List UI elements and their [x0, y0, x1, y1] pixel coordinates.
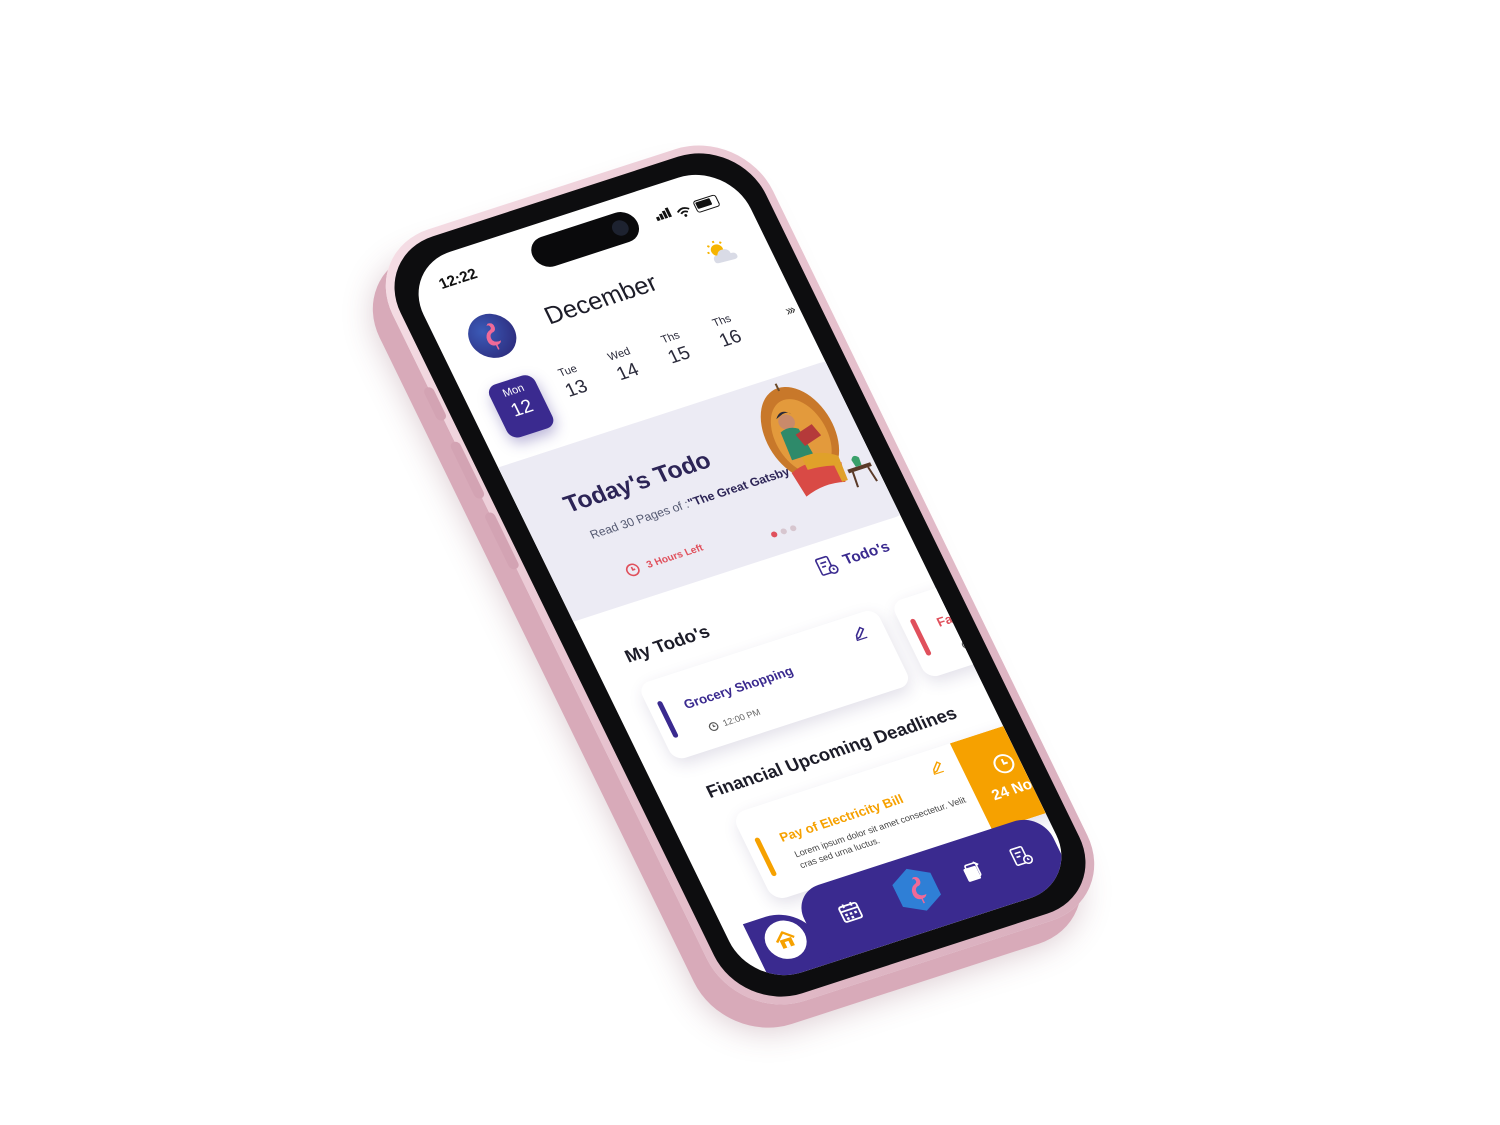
status-icons: [652, 190, 721, 226]
clock-icon: [961, 639, 972, 649]
todos-link-label: Todo's: [839, 537, 893, 568]
battery-icon: [692, 194, 721, 214]
carousel-dot[interactable]: [770, 530, 779, 539]
phone-bezel: 12:22 December Mon 12 Tue 13 Wed 14 Ths …: [372, 137, 1108, 1013]
time-left-label: 3 Hours Left: [644, 542, 706, 571]
todo-card-time-label: 12:00 PM: [720, 707, 763, 729]
phone-mockup: 12:22 December Mon 12 Tue 13 Wed 14 Ths …: [361, 127, 1119, 1023]
day-ths-15[interactable]: Ths 15: [645, 325, 707, 373]
todo-card-time: 12:00 PM: [707, 707, 762, 733]
month-title: December: [539, 268, 662, 331]
todo-card-title: Grocery Shopping: [681, 663, 796, 712]
clock-icon: [625, 563, 640, 577]
reading-woman-illustration: [760, 383, 878, 497]
day-ths-16[interactable]: Ths 16: [696, 308, 758, 356]
clock-icon: [708, 722, 719, 731]
time-left: 3 Hours Left: [623, 541, 706, 579]
home-button[interactable]: [757, 915, 814, 965]
deadline-card-accent: [1063, 734, 1080, 775]
app-screen: 12:22 December Mon 12 Tue 13 Wed 14 Ths …: [400, 161, 1080, 989]
home-icon: [775, 931, 795, 949]
deadline-card-accent: [753, 837, 778, 877]
more-days-button[interactable]: ›››: [782, 301, 797, 318]
signal-icon: [652, 204, 675, 225]
day-tue-13[interactable]: Tue 13: [542, 358, 604, 406]
edit-icon[interactable]: [927, 759, 947, 776]
clock-icon: [993, 753, 1015, 773]
camera-icon: [609, 218, 632, 238]
dynamic-island: [525, 207, 645, 271]
todo-card-accent: [909, 618, 932, 657]
todo-list-icon: [814, 556, 839, 576]
todos-link[interactable]: Todo's: [812, 536, 893, 579]
my-todos-title: My Todo's: [621, 621, 714, 667]
mockup-stage: 12:22 December Mon 12 Tue 13 Wed 14 Ths …: [0, 0, 1500, 1125]
day-wed-14[interactable]: Wed 14: [594, 342, 656, 390]
status-time: 12:22: [436, 265, 481, 293]
edit-icon[interactable]: [849, 624, 870, 642]
avatar[interactable]: [460, 307, 525, 364]
deadline-date: 24 Nov: [988, 772, 1044, 804]
partly-sunny-icon[interactable]: [700, 234, 745, 270]
flamingo-icon: [486, 323, 502, 350]
todo-card-accent: [656, 700, 679, 739]
wifi-icon: [676, 207, 690, 217]
